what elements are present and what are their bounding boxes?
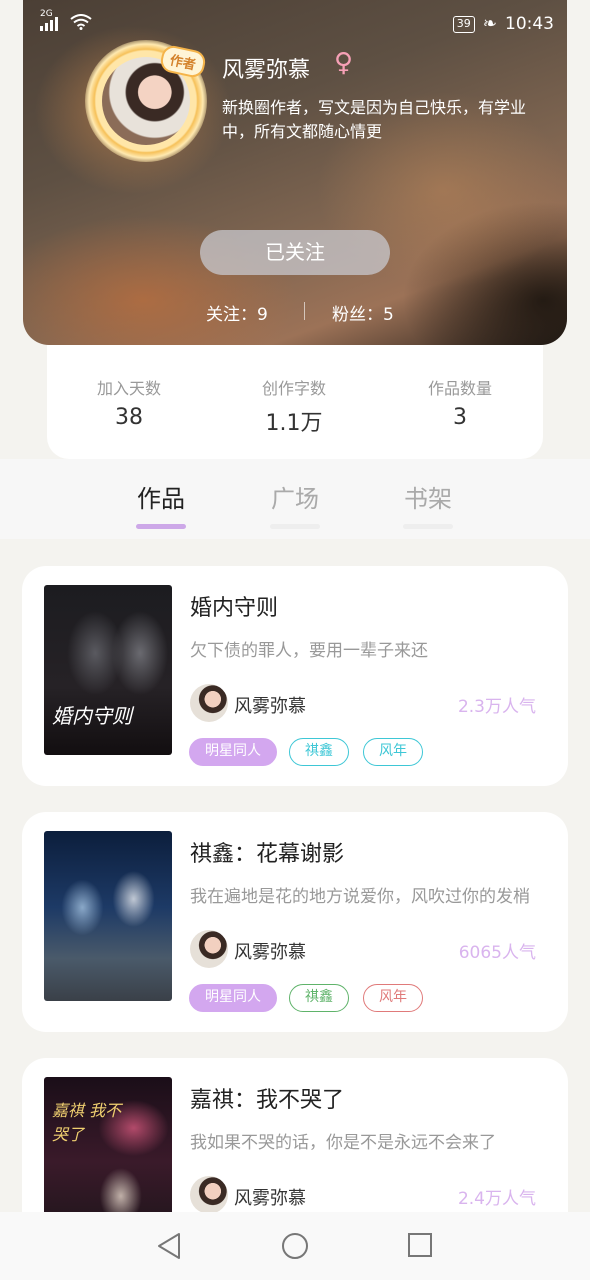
system-nav-bar <box>0 1212 590 1280</box>
fans-count[interactable]: 粉丝：5 <box>332 300 394 325</box>
gender-female-icon: ♀ <box>334 48 354 78</box>
status-bar: 2G 39 ❧ 10:43 <box>0 9 590 38</box>
avatar[interactable] <box>190 684 228 722</box>
tab-label: 书架 <box>404 485 452 513</box>
tab-indicator <box>403 524 453 529</box>
profile-header: 作者 风雾弥慕 ♀ 新换圈作者，写文是因为自己快乐，有学业中，所有文都随心情更 … <box>23 0 567 345</box>
divider <box>304 302 305 320</box>
clock: 10:43 <box>505 14 554 34</box>
follow-button[interactable]: 已关注 <box>200 230 390 275</box>
tab-bookshelf[interactable]: 书架 <box>383 479 473 529</box>
stat-label: 作品数量 <box>427 379 492 398</box>
work-description: 我如果不哭的话，你是不是永远不会来了 <box>190 1133 496 1153</box>
book-cover[interactable] <box>44 831 172 1001</box>
cover-title: 婚内守则 <box>52 704 132 728</box>
avatar[interactable] <box>190 1176 228 1214</box>
tag[interactable]: 风年 <box>363 984 423 1012</box>
work-description: 欠下债的罪人，要用一辈子来还 <box>190 641 428 661</box>
tab-label: 作品 <box>137 485 185 513</box>
popularity: 6065人气 <box>458 943 536 963</box>
tab-indicator <box>136 524 186 529</box>
signal-icon: 2G <box>40 9 62 34</box>
popularity: 2.4万人气 <box>457 1189 536 1209</box>
profile-avatar-frame[interactable]: 作者 <box>85 40 208 162</box>
work-description: 我在遍地是花的地方说爱你，风吹过你的发梢 <box>190 887 530 907</box>
author-name[interactable]: 风雾弥慕 <box>234 938 306 964</box>
popularity: 2.3万人气 <box>457 697 536 717</box>
wifi-icon <box>70 14 92 35</box>
stat-label: 创作字数 <box>261 379 326 398</box>
cover-title: 嘉祺 我不哭了 <box>52 1101 122 1144</box>
work-card[interactable]: 婚内守则 婚内守则 欠下债的罪人，要用一辈子来还 风雾弥慕 2.3万人气 明星同… <box>22 566 568 786</box>
tag[interactable]: 祺鑫 <box>289 738 349 766</box>
avatar[interactable] <box>190 930 228 968</box>
stat-works: 作品数量 3 <box>380 375 540 430</box>
work-title[interactable]: 祺鑫：花幕谢影 <box>190 836 344 868</box>
work-card[interactable]: 祺鑫：花幕谢影 我在遍地是花的地方说爱你，风吹过你的发梢 风雾弥慕 6065人气… <box>22 812 568 1032</box>
tag[interactable]: 明星同人 <box>189 738 277 766</box>
tab-indicator <box>270 524 320 529</box>
profile-bio: 新换圈作者，写文是因为自己快乐，有学业中，所有文都随心情更 <box>222 98 527 141</box>
book-cover[interactable]: 婚内守则 <box>44 585 172 755</box>
work-title[interactable]: 嘉祺：我不哭了 <box>190 1082 344 1114</box>
work-title[interactable]: 婚内守则 <box>190 590 278 622</box>
tab-works[interactable]: 作品 <box>116 479 206 529</box>
stat-label: 加入天数 <box>96 379 161 398</box>
tab-bar: 作品 广场 书架 <box>0 459 590 539</box>
profile-name: 风雾弥慕 <box>222 58 311 83</box>
network-type: 2G <box>40 9 53 19</box>
back-icon[interactable] <box>156 1232 182 1264</box>
stat-value: 38 <box>115 405 143 430</box>
recents-icon[interactable] <box>407 1232 433 1262</box>
tag[interactable]: 风年 <box>363 738 423 766</box>
tab-square[interactable]: 广场 <box>250 479 340 529</box>
tag[interactable]: 明星同人 <box>189 984 277 1012</box>
following-count[interactable]: 关注：9 <box>206 300 268 325</box>
battery-icon: 39 <box>452 15 475 33</box>
home-icon[interactable] <box>281 1232 309 1264</box>
stat-days: 加入天数 38 <box>49 375 209 430</box>
author-name[interactable]: 风雾弥慕 <box>234 692 306 718</box>
tag[interactable]: 祺鑫 <box>289 984 349 1012</box>
stat-value: 1.1万 <box>265 411 323 436</box>
stat-words: 创作字数 1.1万 <box>214 375 374 437</box>
profile-stats: 加入天数 38 创作字数 1.1万 作品数量 3 <box>47 345 543 459</box>
tab-label: 广场 <box>271 485 319 513</box>
leaf-icon: ❧ <box>482 14 497 34</box>
stat-value: 3 <box>453 405 467 430</box>
author-name[interactable]: 风雾弥慕 <box>234 1184 306 1210</box>
